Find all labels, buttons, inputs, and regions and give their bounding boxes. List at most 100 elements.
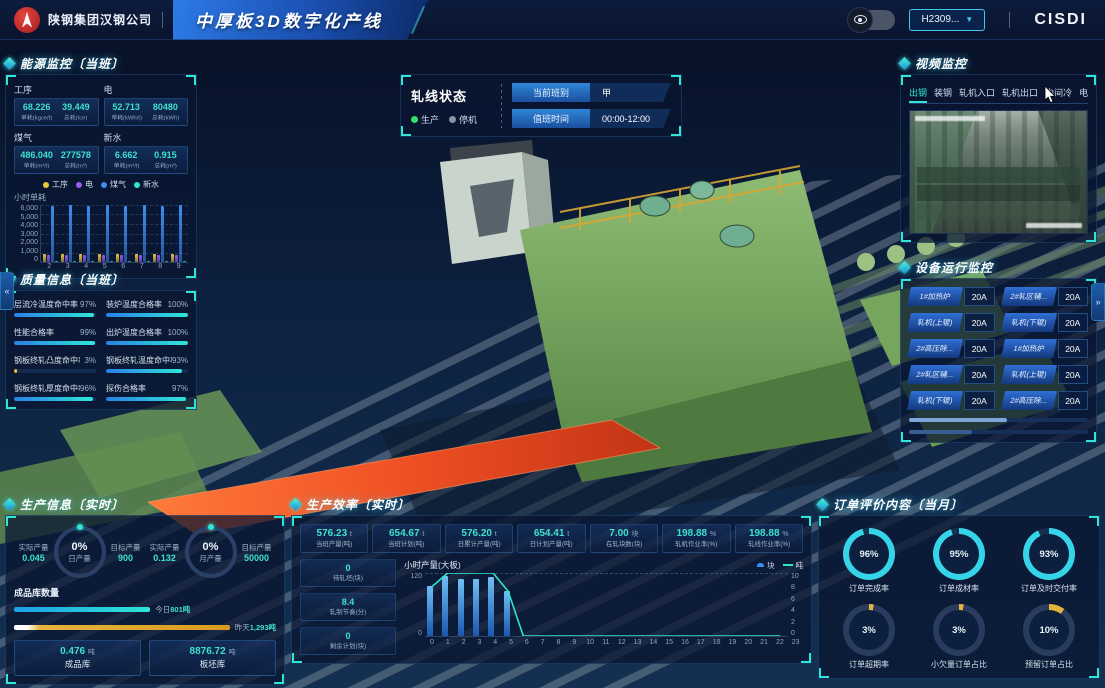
quality-item: 钢板终轧温度命中率93% (106, 355, 188, 373)
energy-chart-bar (47, 255, 50, 262)
equipment-row: 2#轧区辅...20A (909, 365, 995, 384)
energy-unit-label: 总耗(kWh) (148, 113, 183, 122)
hour-chart-y-left: 1200 (404, 573, 422, 637)
eye-icon[interactable] (847, 7, 873, 33)
energy-chart-bar (165, 261, 168, 262)
panel-quality-info: 质量信息〔当班〕 层流冷温度命中率97%装炉温度合格率100%性能合格率99%出… (5, 270, 197, 410)
legend-label: 工序 (52, 179, 68, 190)
camera-tab-出钢[interactable]: 出钢 (909, 83, 927, 103)
legend-dot-icon (76, 182, 82, 188)
efficiency-stat-card: 576.20 t日累计产量(吨) (445, 524, 513, 553)
x-tick: 20 (743, 639, 753, 646)
equipment-current-value: 20A (964, 313, 995, 332)
camera-tab-电动热[interactable]: 电动热 (1079, 83, 1088, 103)
order-donut-label: 订单超期率 (849, 659, 889, 670)
energy-chart-bar (79, 254, 82, 262)
dashboard-root: 陕钢集团汉钢公司 中厚板3D数字化产线 H2309... ▼ CISDI 能源监… (0, 0, 1105, 688)
energy-chart-group (116, 205, 131, 262)
collapse-right-icon[interactable]: » (1091, 283, 1105, 321)
quality-item: 性能合格率99% (14, 327, 96, 345)
camera-feed[interactable] (909, 110, 1088, 234)
energy-chart-bar (61, 254, 64, 262)
energy-chart-bar (73, 261, 76, 262)
y-tick: 0 (404, 630, 422, 637)
energy-chart-group (79, 205, 94, 262)
stat-value: 576.20 t (448, 528, 510, 539)
quality-item-top: 性能合格率99% (14, 327, 96, 338)
diamond-icon (289, 498, 302, 511)
mini-box-label: 剩余计划(块) (307, 641, 390, 650)
warehouse-cards: 0.476 吨成品库8876.72 吨板坯库 (14, 640, 276, 676)
actual-output-value: 0.045 (19, 553, 49, 563)
equipment-current-value: 20A (1058, 287, 1089, 306)
x-tick: 5 (506, 639, 516, 646)
energy-chart-groups (41, 205, 188, 262)
equipment-scrollbar-2[interactable] (909, 430, 1088, 434)
equipment-scrollbar[interactable] (909, 418, 1088, 422)
monthly-gauge-pct: 0% (203, 541, 219, 553)
quality-percent: 93% (172, 356, 188, 365)
legend-dot-icon (449, 116, 456, 123)
visibility-toggle[interactable] (849, 10, 895, 30)
mini-box-value: 8.4 (303, 597, 393, 607)
energy-metric: 80480总耗(kWh) (146, 102, 185, 122)
energy-chart-bar (102, 255, 105, 262)
equipment-row: 轧机(上辊)20A (1003, 365, 1089, 384)
quality-item-top: 钢板终轧凸度命中率3% (14, 355, 96, 366)
camera-tab-轧机入口[interactable]: 轧机入口 (959, 83, 995, 103)
hourly-output-chart: 小时产量(大板) 块吨 1200 1086420 012345678910111… (404, 559, 803, 655)
energy-chart-bar (157, 255, 160, 262)
legend-label: 停机 (459, 113, 477, 126)
order-donut-label: 订单及时交付率 (1021, 583, 1077, 594)
equipment-label: 轧机(上辊) (1000, 365, 1056, 384)
x-tick: 7 (538, 639, 548, 646)
energy-card: 煤气486.040单耗(m³/t)277578总耗(m³) (14, 131, 99, 174)
quality-bar-fill (14, 313, 94, 317)
camera-tab-轧机出口[interactable]: 轧机出口 (1002, 83, 1038, 103)
panel-title-suffix: 〔当班〕 (72, 273, 124, 287)
energy-value: 486.040 (17, 150, 56, 160)
output-gauges: 实际产量 0.045 0% 日产量 目标产量 900 实际产量 0.132 0%… (14, 524, 276, 584)
hour-chart-line (425, 573, 788, 636)
heat-number-value: H2309... (921, 14, 959, 25)
legend-line-icon (783, 564, 793, 566)
quality-bar-fill (106, 397, 186, 401)
order-donut-label: 订单完成率 (849, 583, 889, 594)
energy-legend-item: 煤气 (101, 179, 126, 190)
x-tick: 13 (633, 639, 643, 646)
panel-title-suffix: 〔当班〕 (72, 57, 124, 71)
stock-annotation: 今日801吨 (155, 604, 190, 615)
order-donut-ring: 96% (843, 528, 895, 580)
monthly-gauge-ring: 0% 月产量 (185, 526, 237, 578)
energy-metric: 68.226单耗(kgce/t) (17, 102, 56, 122)
energy-chart-bar (153, 254, 156, 262)
energy-chart-x-axis: 23456789 (40, 263, 188, 270)
energy-chart-bar (175, 255, 178, 262)
company-logo-icon (14, 7, 40, 33)
energy-hourly-chart: 6,0005,0004,0003,0002,0001,0000 (14, 205, 188, 263)
energy-chart-bar (51, 206, 54, 262)
energy-chart-bar (91, 261, 94, 262)
energy-card: 新水6.662单耗(m³/t)0.915总耗(m³) (104, 131, 189, 174)
equipment-label: 轧机(上辊) (907, 313, 963, 332)
title-banner: 中厚板3D数字化产线 (173, 0, 429, 40)
shift-label: 当前班别 (512, 83, 590, 102)
heat-number-dropdown[interactable]: H2309... ▼ (909, 9, 985, 31)
app-header: 陕钢集团汉钢公司 中厚板3D数字化产线 H2309... ▼ CISDI (0, 0, 1105, 40)
energy-unit-label: 总耗(tce) (58, 113, 93, 122)
energy-chart-caption: 小时单耗 (14, 192, 188, 203)
equipment-row: 轧机(下辊)20A (909, 391, 995, 410)
energy-chart-group (171, 205, 186, 262)
energy-card-box: 6.662单耗(m³/t)0.915总耗(m³) (104, 146, 189, 174)
energy-chart-bar (139, 255, 142, 262)
mini-box-value: 0 (303, 563, 393, 573)
x-tick: 4 (490, 639, 500, 646)
monthly-gauge-label: 月产量 (199, 553, 222, 564)
stat-value: 654.41 t (520, 528, 582, 539)
collapse-left-icon[interactable]: « (0, 272, 14, 310)
y-tick: 8 (791, 584, 803, 591)
energy-unit-label: 单耗(m³/t) (19, 161, 54, 170)
camera-tab-装钢[interactable]: 装钢 (934, 83, 952, 103)
quality-label: 装炉温度合格率 (106, 299, 162, 310)
x-tick: 22 (775, 639, 785, 646)
